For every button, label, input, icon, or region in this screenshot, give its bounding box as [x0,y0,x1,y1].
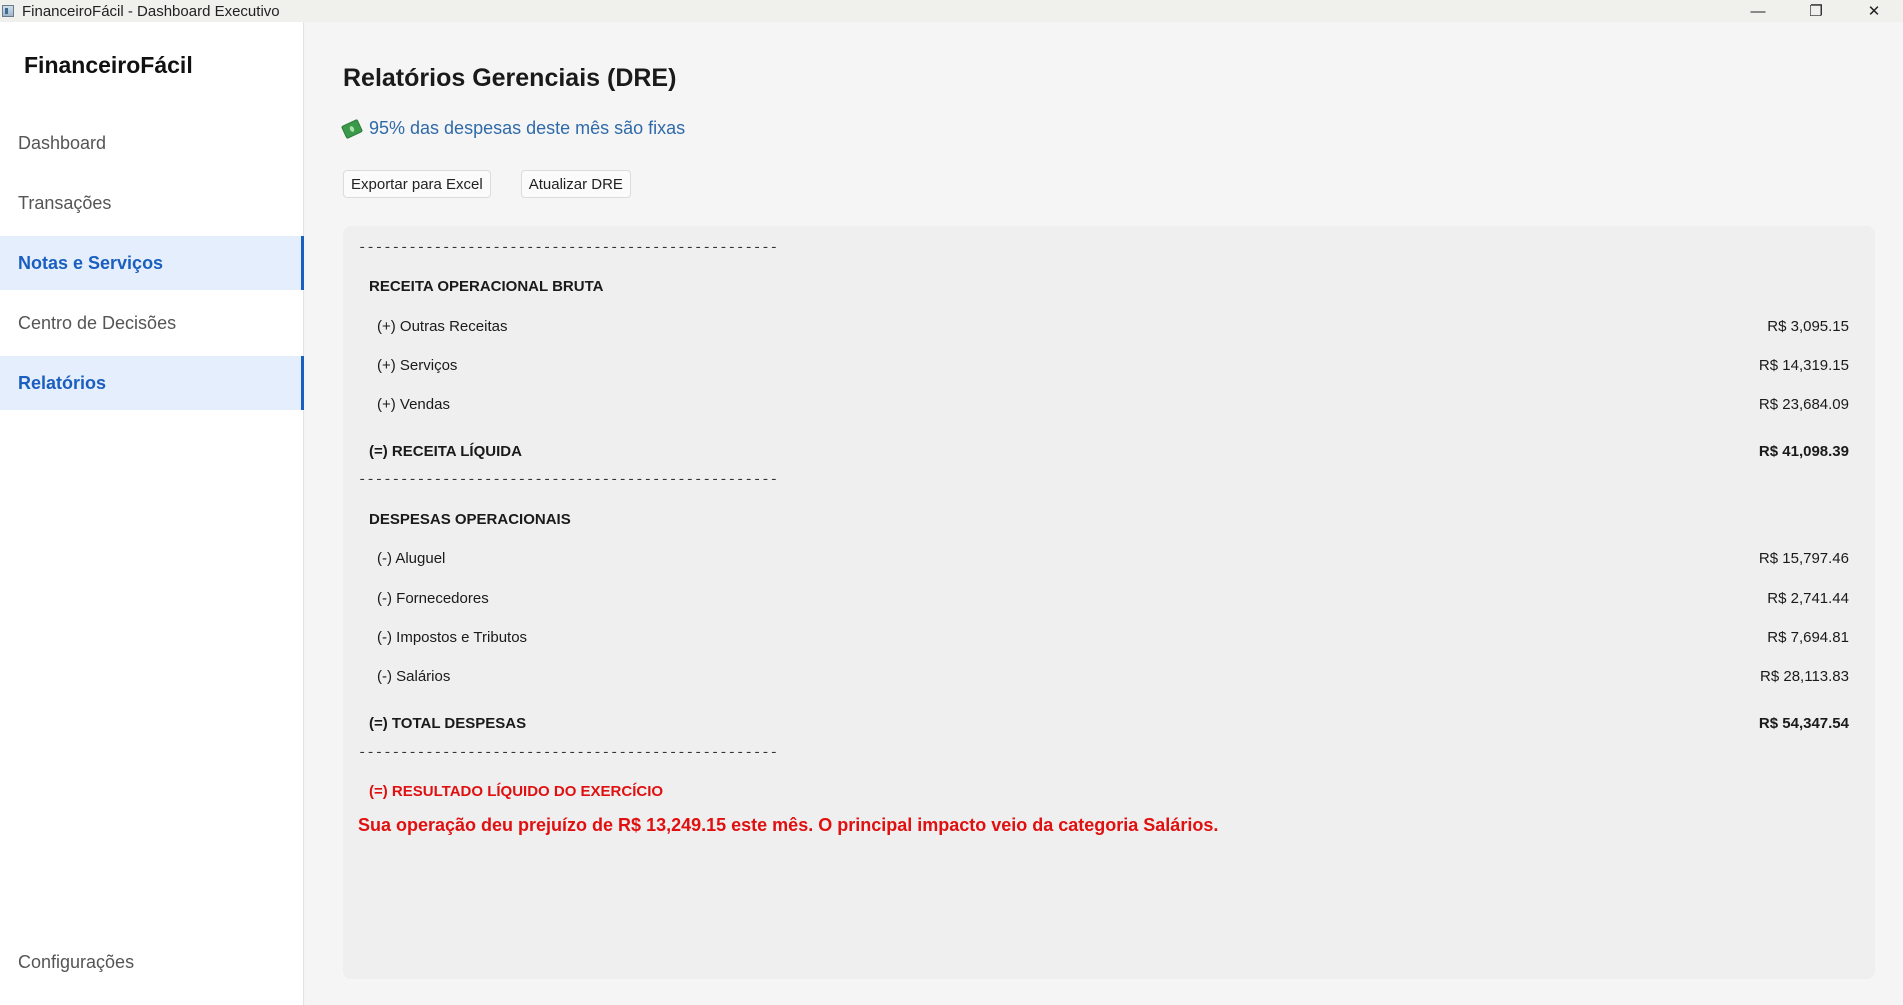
row-value: R$ 14,319.15 [1758,357,1849,374]
sidebar: FinanceiroFácil Dashboard Transações Not… [0,22,304,1005]
insight-text: 95% das despesas deste mês são fixas [369,118,686,138]
close-button[interactable]: ✕ [1845,0,1903,22]
report-row: (-) Salários R$ 28,113.83 [343,668,1875,692]
section-label: RECEITA OPERACIONAL BRUTA [369,278,604,295]
row-label: (+) Outras Receitas [377,318,508,335]
report-row: (+) Outras Receitas R$ 3,095.15 [343,318,1875,342]
separator-line: ----------------------------------------… [358,240,779,256]
row-label: (-) Impostos e Tributos [377,629,528,646]
refresh-dre-button[interactable]: Atualizar DRE [520,170,631,198]
money-icon [340,118,364,139]
main-content: Relatórios Gerenciais (DRE) 95% das desp… [305,22,1903,1005]
title-bar: FinanceiroFácil - Dashboard Executivo — … [0,0,1903,22]
row-value: R$ 28,113.83 [1760,668,1849,685]
row-label: (-) Aluguel [377,550,446,567]
report-row: (-) Impostos e Tributos R$ 7,694.81 [343,629,1875,653]
sidebar-item-transacoes[interactable]: Transações [0,176,304,230]
brand-logo: FinanceiroFácil [24,52,193,78]
sidebar-item-relatorios[interactable]: Relatórios [0,356,304,410]
toolbar: Exportar para Excel Atualizar DRE [343,170,631,198]
sidebar-item-configuracoes[interactable]: Configurações [18,952,134,973]
result-label: (=) RESULTADO LÍQUIDO DO EXERCÍCIO [369,783,664,800]
row-label: (=) RECEITA LÍQUIDA [369,443,522,460]
result-message: Sua operação deu prejuízo de R$ 13,249.1… [358,815,1219,835]
report-row: (-) Aluguel R$ 15,797.46 [343,550,1875,574]
row-value: R$ 7,694.81 [1767,629,1849,646]
minimize-button[interactable]: — [1729,0,1787,22]
row-value: R$ 15,797.46 [1758,550,1849,567]
sidebar-item-notas-servicos[interactable]: Notas e Serviços [0,236,304,290]
report-row: (+) Serviços R$ 14,319.15 [343,357,1875,381]
window-title: FinanceiroFácil - Dashboard Executivo [22,2,280,20]
row-value: R$ 23,684.09 [1758,396,1849,413]
report-row: (+) Vendas R$ 23,684.09 [343,396,1875,420]
separator-line: ----------------------------------------… [358,745,779,761]
row-label: (+) Serviços [377,357,458,374]
sidebar-item-centro-decisoes[interactable]: Centro de Decisões [0,296,304,350]
sidebar-nav: Dashboard Transações Notas e Serviços Ce… [0,116,304,416]
row-label: (=) TOTAL DESPESAS [369,715,527,732]
insight-message: 95% das despesas deste mês são fixas [340,118,686,139]
sidebar-item-dashboard[interactable]: Dashboard [0,116,304,170]
row-label: (+) Vendas [377,396,450,413]
export-excel-button[interactable]: Exportar para Excel [343,170,491,198]
row-value: R$ 3,095.15 [1767,318,1849,335]
expenses-section-header: DESPESAS OPERACIONAIS [343,511,1875,535]
row-label: (-) Fornecedores [377,590,489,607]
row-label: (-) Salários [377,668,451,685]
revenue-section-header: RECEITA OPERACIONAL BRUTA [343,278,1875,302]
app-icon [2,5,14,17]
window-controls: — ❐ ✕ [1729,0,1903,22]
row-value: R$ 2,741.44 [1767,590,1849,607]
separator-line: ----------------------------------------… [358,472,779,488]
page-title: Relatórios Gerenciais (DRE) [343,64,677,92]
row-value: R$ 41,098.39 [1758,443,1849,460]
section-label: DESPESAS OPERACIONAIS [369,511,571,528]
row-value: R$ 54,347.54 [1758,715,1849,732]
total-expenses-row: (=) TOTAL DESPESAS R$ 54,347.54 [343,715,1875,739]
restore-button[interactable]: ❐ [1787,0,1845,22]
report-row: (-) Fornecedores R$ 2,741.44 [343,590,1875,614]
dre-report-panel: ----------------------------------------… [343,226,1875,979]
net-revenue-row: (=) RECEITA LÍQUIDA R$ 41,098.39 [343,443,1875,467]
